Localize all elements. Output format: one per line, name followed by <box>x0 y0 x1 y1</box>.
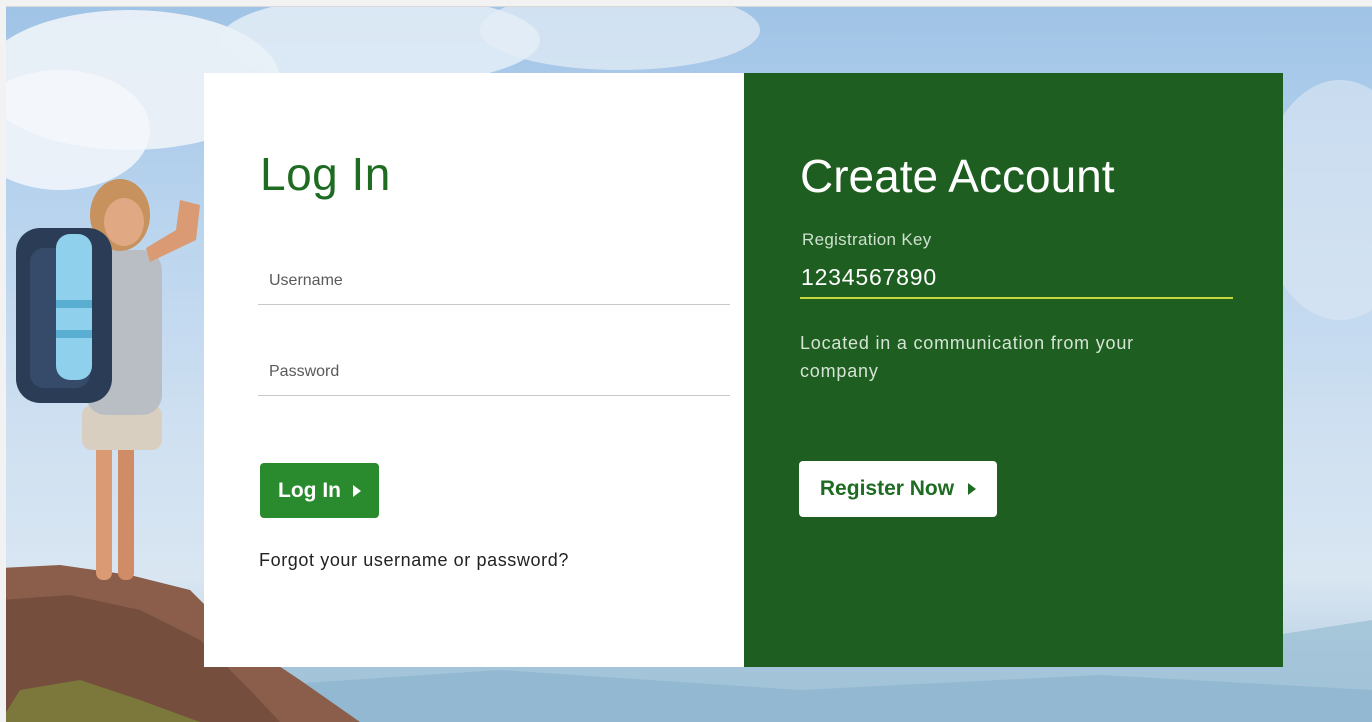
registration-key-help: Located in a communication from your com… <box>800 333 1134 381</box>
register-title: Create Account <box>800 150 1115 202</box>
browser-left-edge <box>0 0 6 722</box>
login-title: Log In <box>260 148 391 200</box>
caret-right-icon <box>352 484 361 497</box>
caret-right-icon <box>968 483 977 495</box>
browser-top-edge <box>0 0 1372 7</box>
username-input[interactable] <box>258 258 730 304</box>
registration-key-field[interactable] <box>800 257 1233 299</box>
password-input[interactable] <box>258 349 730 395</box>
registration-key-label: Registration Key <box>802 230 932 249</box>
page: Log In Log In Forgot your username or pa… <box>0 0 1372 722</box>
login-panel: Log In Log In Forgot your username or pa… <box>204 73 744 667</box>
register-panel: Create Account Registration Key Located … <box>744 73 1283 667</box>
forgot-credentials-link[interactable]: Forgot your username or password? <box>259 550 569 571</box>
register-now-button[interactable]: Register Now <box>799 461 997 517</box>
registration-key-input[interactable] <box>800 257 1233 297</box>
register-button-label: Register Now <box>819 477 955 500</box>
username-field[interactable] <box>258 258 730 305</box>
password-field[interactable] <box>258 349 730 396</box>
login-button[interactable]: Log In <box>260 463 379 518</box>
login-button-label: Log In <box>278 478 341 502</box>
